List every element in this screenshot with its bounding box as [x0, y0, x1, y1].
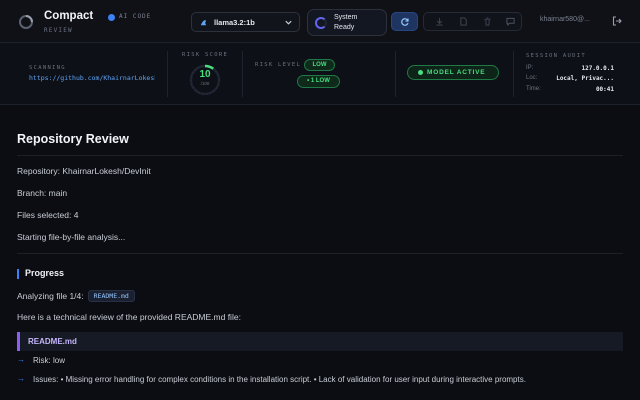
divider	[395, 51, 396, 97]
arrow-icon: →	[17, 355, 25, 364]
model-active-text: MODEL ACTIVE	[427, 69, 486, 76]
risk-score-gauge	[189, 64, 221, 96]
divider	[242, 51, 243, 97]
model-select[interactable]: llama3.2:1b	[191, 12, 300, 32]
branch-line: Branch: main	[17, 188, 68, 198]
risk-score-unit: /100	[200, 81, 210, 86]
divider	[513, 51, 514, 97]
status-spinner-icon	[315, 17, 327, 29]
risk-level-badge: LOW	[304, 59, 335, 71]
review-output[interactable]: Repository Review Repository: KhairnarLo…	[0, 106, 640, 400]
trash-icon[interactable]	[483, 17, 492, 26]
file-heading-block: README.md	[17, 332, 623, 351]
audit-key: Time:	[526, 86, 541, 92]
analyzing-text: Analyzing file 1/4:	[17, 291, 84, 301]
audit-value: Local, Privac...	[556, 75, 614, 82]
risk-count-badge: • 1 LOW	[297, 75, 340, 88]
brand-subtitle: REVIEW	[44, 27, 73, 34]
divider	[167, 51, 168, 97]
risk-score-label: RISK SCORE	[182, 52, 229, 58]
logout-icon[interactable]	[612, 16, 622, 26]
audit-value: 00:41	[595, 86, 614, 93]
status-line-1: System	[334, 14, 358, 21]
file-heading: README.md	[28, 337, 77, 346]
analyzing-file-code: README.md	[87, 290, 135, 302]
risk-item: Risk: low	[33, 356, 66, 365]
refresh-button[interactable]	[391, 12, 418, 31]
files-selected-line: Files selected: 4	[17, 210, 79, 220]
model-icon	[200, 20, 207, 26]
chat-icon[interactable]	[506, 17, 515, 26]
status-strip: SCANNING https://github.com/KhairnarLoke…	[0, 43, 640, 105]
scanning-label: SCANNING	[29, 65, 66, 71]
issues-item: Issues: • Missing error handling for com…	[33, 375, 526, 384]
repository-line: Repository: KhairnarLokesh/DevInit	[17, 166, 151, 176]
risk-level-label: RISK LEVEL	[255, 62, 302, 68]
brand-tag: AI CODE	[119, 13, 152, 20]
risk-score-value: 10	[199, 69, 211, 80]
brand-title: Compact	[44, 10, 94, 22]
status-line-2: Ready	[334, 24, 355, 31]
toolbar-group	[423, 12, 522, 31]
divider	[17, 155, 623, 156]
progress-heading: Progress	[25, 268, 65, 278]
section-marker	[17, 269, 19, 279]
scanning-url-link[interactable]: https://github.com/KhairnarLokesh/DevIni…	[29, 74, 155, 82]
active-dot-icon	[418, 70, 423, 75]
model-name: llama3.2:1b	[214, 18, 255, 27]
app-header: Compact AI CODE REVIEW llama3.2:1b Syste…	[0, 0, 640, 43]
starting-line: Starting file-by-file analysis...	[17, 232, 126, 242]
divider	[17, 253, 623, 254]
user-email: khairnar580@...	[540, 16, 590, 23]
logo-icon	[19, 15, 33, 29]
intro-line: Here is a technical review of the provid…	[17, 312, 241, 322]
brand-dot	[108, 14, 115, 21]
arrow-icon: →	[17, 374, 25, 383]
system-status: System Ready	[307, 9, 387, 36]
model-active-badge: MODEL ACTIVE	[407, 65, 499, 80]
audit-key: IP:	[526, 65, 534, 71]
session-audit-title: SESSION AUDIT	[526, 53, 586, 59]
download-icon[interactable]	[435, 17, 444, 26]
chevron-down-icon	[285, 20, 292, 25]
audit-value: 127.0.0.1	[581, 65, 614, 72]
file-icon[interactable]	[459, 17, 468, 26]
audit-key: Loc:	[526, 75, 538, 81]
analyzing-line: Analyzing file 1/4: README.md	[17, 290, 135, 302]
refresh-icon	[401, 18, 409, 26]
page-title: Repository Review	[17, 132, 129, 146]
